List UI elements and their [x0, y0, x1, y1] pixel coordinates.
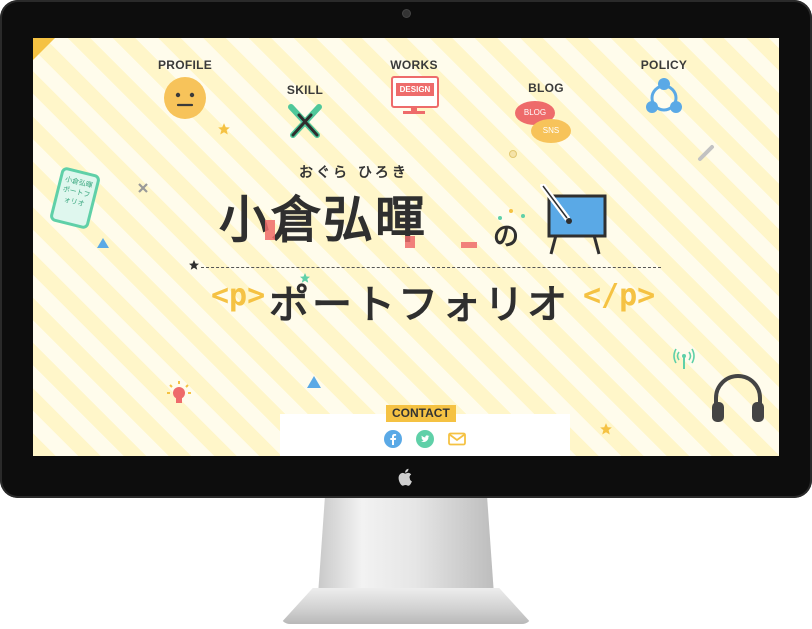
- portfolio-title: ポートフォリオ: [269, 282, 570, 328]
- nav-skill-label: SKILL: [286, 83, 324, 97]
- name-accent: [461, 242, 477, 248]
- facebook-icon[interactable]: [384, 430, 402, 448]
- monitor-stand-base: [280, 588, 532, 624]
- design-badge: DESIGN: [396, 83, 434, 96]
- twitter-icon[interactable]: [416, 430, 434, 448]
- star-icon: [600, 423, 612, 435]
- design-monitor-icon: DESIGN: [391, 76, 439, 116]
- tag-open: <p>: [211, 278, 266, 313]
- nav-works-label: WORKS: [390, 58, 438, 72]
- easel-canvas-icon: [540, 184, 607, 255]
- nav-blog-label: BLOG: [528, 81, 564, 95]
- camera-icon: [403, 10, 410, 17]
- name-accent: [405, 236, 415, 248]
- nav-profile-label: PROFILE: [157, 58, 213, 72]
- nav-policy-label: POLICY: [640, 58, 688, 72]
- phone-screen-text: 小倉弘暉ポートフォリオ: [61, 175, 94, 209]
- sns-bubble: SNS: [531, 119, 571, 143]
- smartphone-icon: 小倉弘暉ポートフォリオ: [48, 165, 102, 231]
- star-icon: [189, 260, 199, 270]
- website-screen: PROFILE SKILL WORKS DESIGN BLOG BLOG SNS…: [33, 38, 779, 456]
- contact-section: CONTACT: [280, 405, 570, 456]
- pencil-icon: [698, 145, 714, 161]
- nav-skill[interactable]: SKILL: [273, 83, 337, 145]
- name-reading: おぐら ひろき: [299, 165, 409, 181]
- contact-label: CONTACT: [386, 405, 456, 422]
- speech-bubbles-icon: BLOG SNS: [513, 99, 573, 145]
- sparkle-icon: [498, 209, 525, 220]
- triangle-icon: [97, 238, 109, 248]
- nav-profile[interactable]: PROFILE: [149, 58, 221, 124]
- nav-blog[interactable]: BLOG BLOG SNS: [513, 81, 579, 145]
- dot-icon: [509, 150, 517, 158]
- mail-icon[interactable]: [448, 430, 466, 448]
- antenna-icon: [673, 348, 695, 369]
- tools-icon: [288, 104, 322, 138]
- triangle-icon: [307, 376, 321, 388]
- cross-icon: [138, 183, 148, 193]
- nav-policy[interactable]: POLICY: [631, 58, 697, 122]
- nav-works[interactable]: WORKS DESIGN: [379, 58, 449, 116]
- headphones-icon: [712, 374, 764, 422]
- star-icon: [218, 123, 230, 135]
- lightbulb-icon: [167, 381, 191, 403]
- title-divider: [201, 267, 661, 268]
- name-accent: [265, 220, 275, 240]
- tag-close: </p>: [583, 278, 656, 313]
- apple-logo-icon: [396, 468, 416, 488]
- monitor-stand-neck: [318, 495, 494, 595]
- share-network-icon: [646, 78, 682, 113]
- corner-fold: [33, 38, 55, 60]
- name-title: 小倉弘暉: [219, 191, 427, 249]
- face-icon: [164, 77, 206, 119]
